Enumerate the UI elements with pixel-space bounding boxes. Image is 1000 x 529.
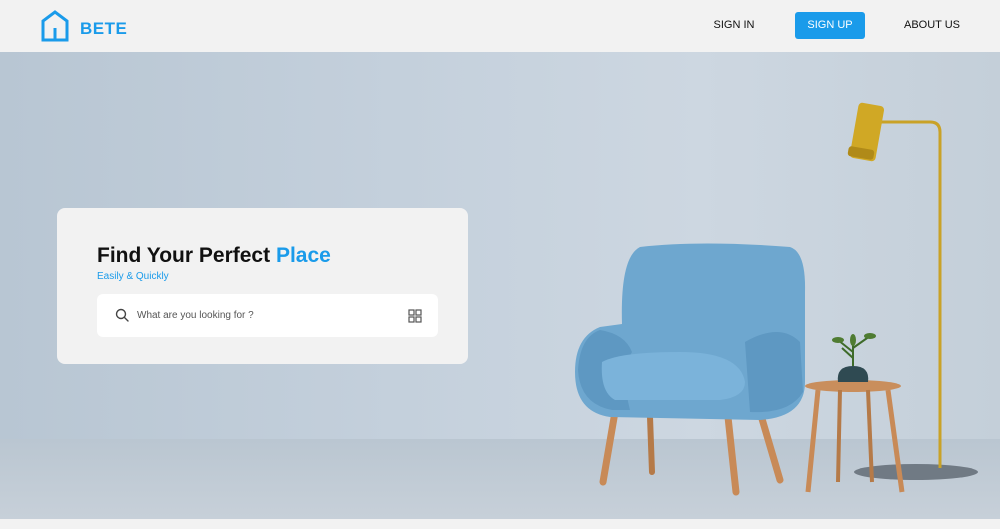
hero-title: Find Your Perfect Place [97, 244, 331, 268]
armchair [575, 243, 806, 496]
footer-strip [0, 519, 1000, 529]
hero-title-main: Find Your Perfect [97, 244, 271, 267]
search-bar[interactable] [97, 294, 438, 337]
search-input[interactable] [137, 294, 397, 337]
brand-name: BETE [80, 18, 128, 38]
search-card: Find Your Perfect Place Easily & Quickly [57, 208, 468, 364]
hero-banner: Find Your Perfect Place Easily & Quickly [0, 52, 1000, 519]
hero-title-accent: Place [275, 244, 331, 267]
house-icon [40, 10, 72, 47]
header: BETE SIGN IN SIGN UP ABOUT US [0, 0, 1000, 52]
grid-icon[interactable] [408, 309, 422, 328]
about-us-link[interactable]: ABOUT US [898, 12, 966, 39]
floor-lamp [847, 102, 978, 480]
hero-subtitle: Easily & Quickly [97, 271, 169, 282]
search-icon[interactable] [115, 308, 130, 328]
sign-in-link[interactable]: SIGN IN [706, 12, 762, 39]
sign-up-button[interactable]: SIGN UP [795, 12, 865, 39]
brand-logo[interactable]: BETE [40, 10, 127, 47]
